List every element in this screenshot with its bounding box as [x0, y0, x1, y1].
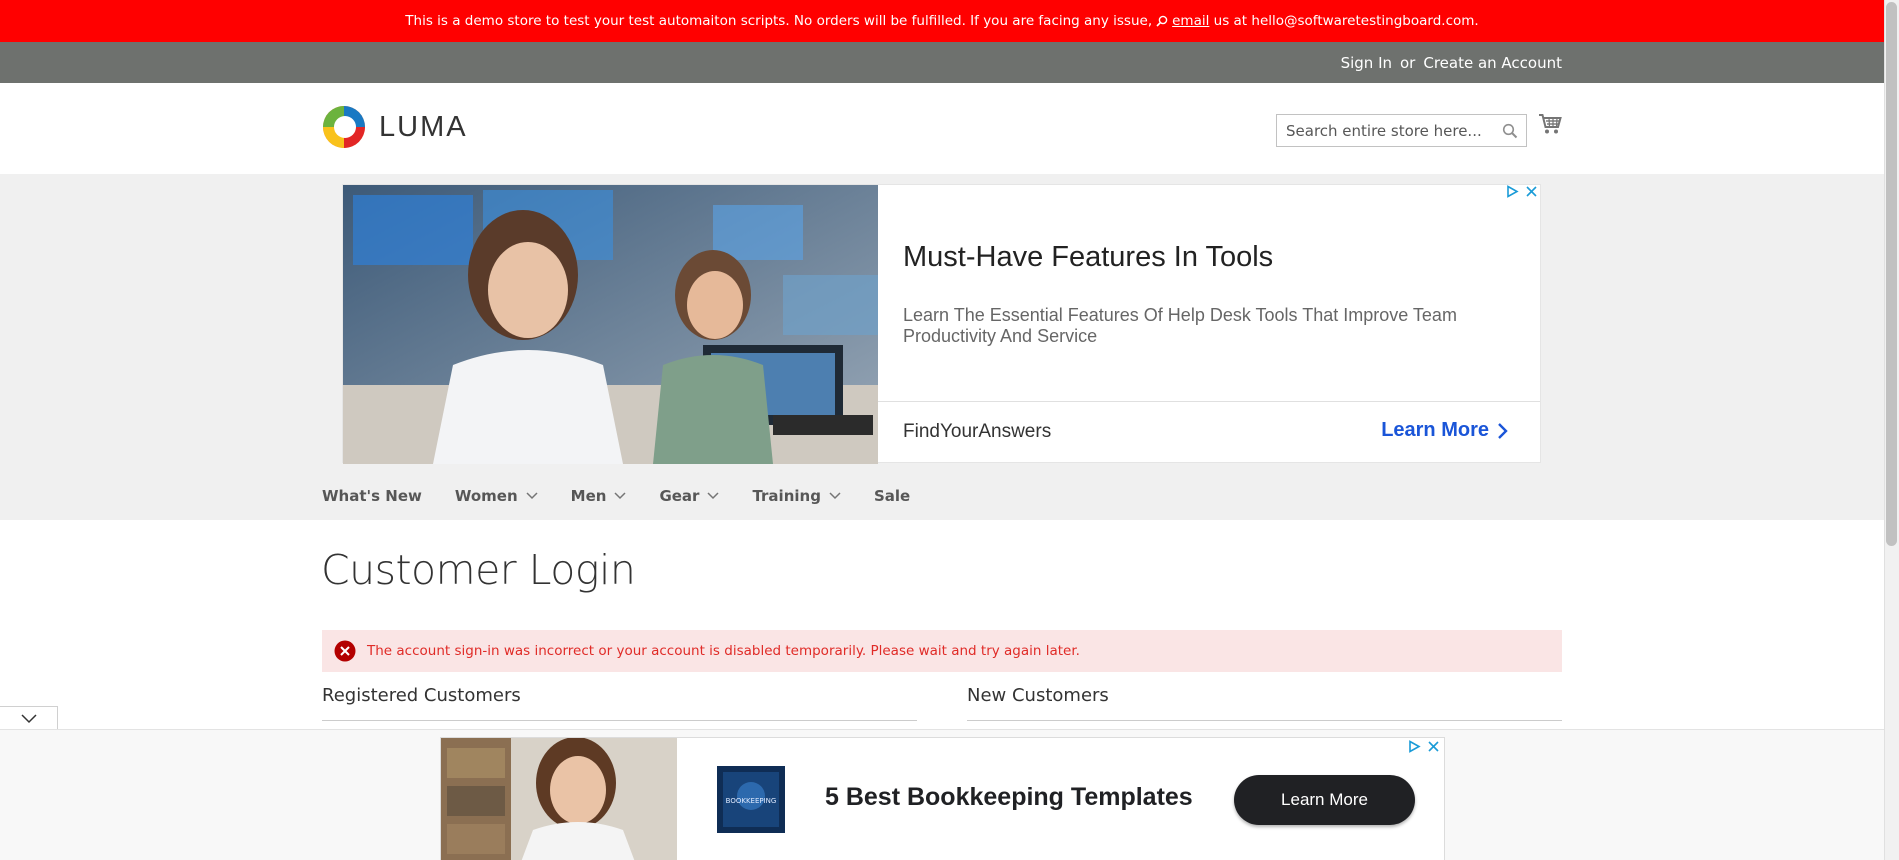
bookkeeping-image: BOOKKEEPING [717, 766, 785, 833]
page: This is a demo store to test your test a… [0, 0, 1884, 860]
bottom-ad-card[interactable]: BOOKKEEPING 5 Best Bookkeeping Templates… [440, 737, 1445, 860]
chevron-down-icon [20, 713, 37, 723]
bottom-ad-photo [441, 738, 677, 860]
chevron-down-icon [829, 492, 841, 500]
nav-label: Training [752, 487, 821, 505]
page-title: Customer Login [321, 546, 636, 594]
top-bar: Sign In or Create an Account [0, 42, 1884, 83]
error-message: The account sign-in was incorrect or you… [322, 630, 1562, 672]
nav-item-men[interactable]: Men [571, 487, 627, 505]
ad-learn-more-link[interactable]: Learn More [1381, 419, 1508, 442]
ad-controls [1506, 185, 1538, 198]
ad-photo [343, 185, 878, 464]
logo-link[interactable]: LUMA [322, 105, 468, 149]
nav-label: Women [454, 487, 518, 505]
call-center-photo-image [343, 185, 878, 464]
header-links: Sign In or Create an Account [1341, 42, 1562, 83]
close-icon[interactable] [1525, 185, 1538, 198]
ad-collapse-toggle[interactable] [0, 706, 58, 730]
nav-item-whats-new[interactable]: What's New [322, 487, 422, 505]
scrollbar-thumb[interactable] [1886, 2, 1897, 546]
ad-title[interactable]: Must-Have Features In Tools [903, 241, 1273, 274]
ad-divider [878, 401, 1540, 402]
nav-label: What's New [322, 487, 422, 505]
site-header: LUMA [0, 83, 1884, 174]
page-scrollbar[interactable] [1884, 0, 1899, 860]
nav-item-gear[interactable]: Gear [659, 487, 719, 505]
registered-customers-title: Registered Customers [322, 685, 521, 706]
bottom-ad-title[interactable]: 5 Best Bookkeeping Templates [825, 783, 1193, 812]
top-ad-card[interactable]: Must-Have Features In Tools Learn The Es… [342, 184, 1541, 464]
search-input[interactable] [1286, 121, 1496, 140]
close-icon[interactable] [1427, 740, 1440, 753]
bottom-ad-learn-more-button[interactable]: Learn More [1234, 775, 1415, 825]
email-link[interactable]: email [1172, 13, 1209, 29]
thumb-label: BOOKKEEPING [726, 797, 777, 805]
luma-logo-icon [323, 106, 365, 148]
ad-brand: FindYourAnswers [903, 421, 1052, 442]
nav-label: Gear [659, 487, 700, 505]
or-separator: or [1400, 53, 1416, 72]
demo-notice-text: This is a demo store to test your test a… [405, 13, 1153, 29]
search-icon[interactable] [1502, 123, 1518, 139]
error-text: The account sign-in was incorrect or you… [367, 643, 1080, 659]
cart-icon[interactable] [1538, 113, 1562, 135]
main-nav: What's New Women Men Gear Training Sale [322, 473, 943, 519]
create-account-link[interactable]: Create an Account [1423, 54, 1562, 72]
sign-in-link[interactable]: Sign In [1341, 54, 1392, 72]
new-customers-divider [967, 720, 1562, 721]
ad-description: Learn The Essential Features Of Help Des… [903, 305, 1457, 346]
new-customers-title: New Customers [967, 685, 1109, 706]
chevron-down-icon [526, 492, 538, 500]
bookkeeping-thumbnail: BOOKKEEPING [717, 766, 785, 833]
promo-nav-area: Must-Have Features In Tools Learn The Es… [0, 174, 1884, 520]
nav-item-training[interactable]: Training [752, 487, 841, 505]
nav-item-women[interactable]: Women [455, 487, 538, 505]
search-field[interactable] [1276, 114, 1527, 147]
registered-divider [322, 720, 917, 721]
nav-label: Sale [873, 487, 911, 505]
search-icon [1156, 15, 1168, 27]
logo-text: LUMA [379, 110, 468, 143]
nav-item-sale[interactable]: Sale [874, 487, 910, 505]
demo-notice-text-end: us at hello@softwaretestingboard.com. [1213, 13, 1479, 29]
bottom-ad-bar: BOOKKEEPING 5 Best Bookkeeping Templates… [0, 729, 1884, 860]
adchoices-icon[interactable] [1506, 185, 1519, 198]
nav-label: Men [570, 487, 607, 505]
chevron-down-icon [614, 492, 626, 500]
demo-notice-banner: This is a demo store to test your test a… [0, 0, 1884, 42]
bottom-ad-controls [1408, 740, 1440, 753]
ad-cta-label: Learn More [1381, 419, 1489, 441]
chevron-right-icon [1498, 422, 1508, 439]
error-icon [334, 640, 356, 662]
chevron-down-icon [707, 492, 719, 500]
woman-portrait-image [441, 738, 677, 860]
adchoices-icon[interactable] [1408, 740, 1421, 753]
